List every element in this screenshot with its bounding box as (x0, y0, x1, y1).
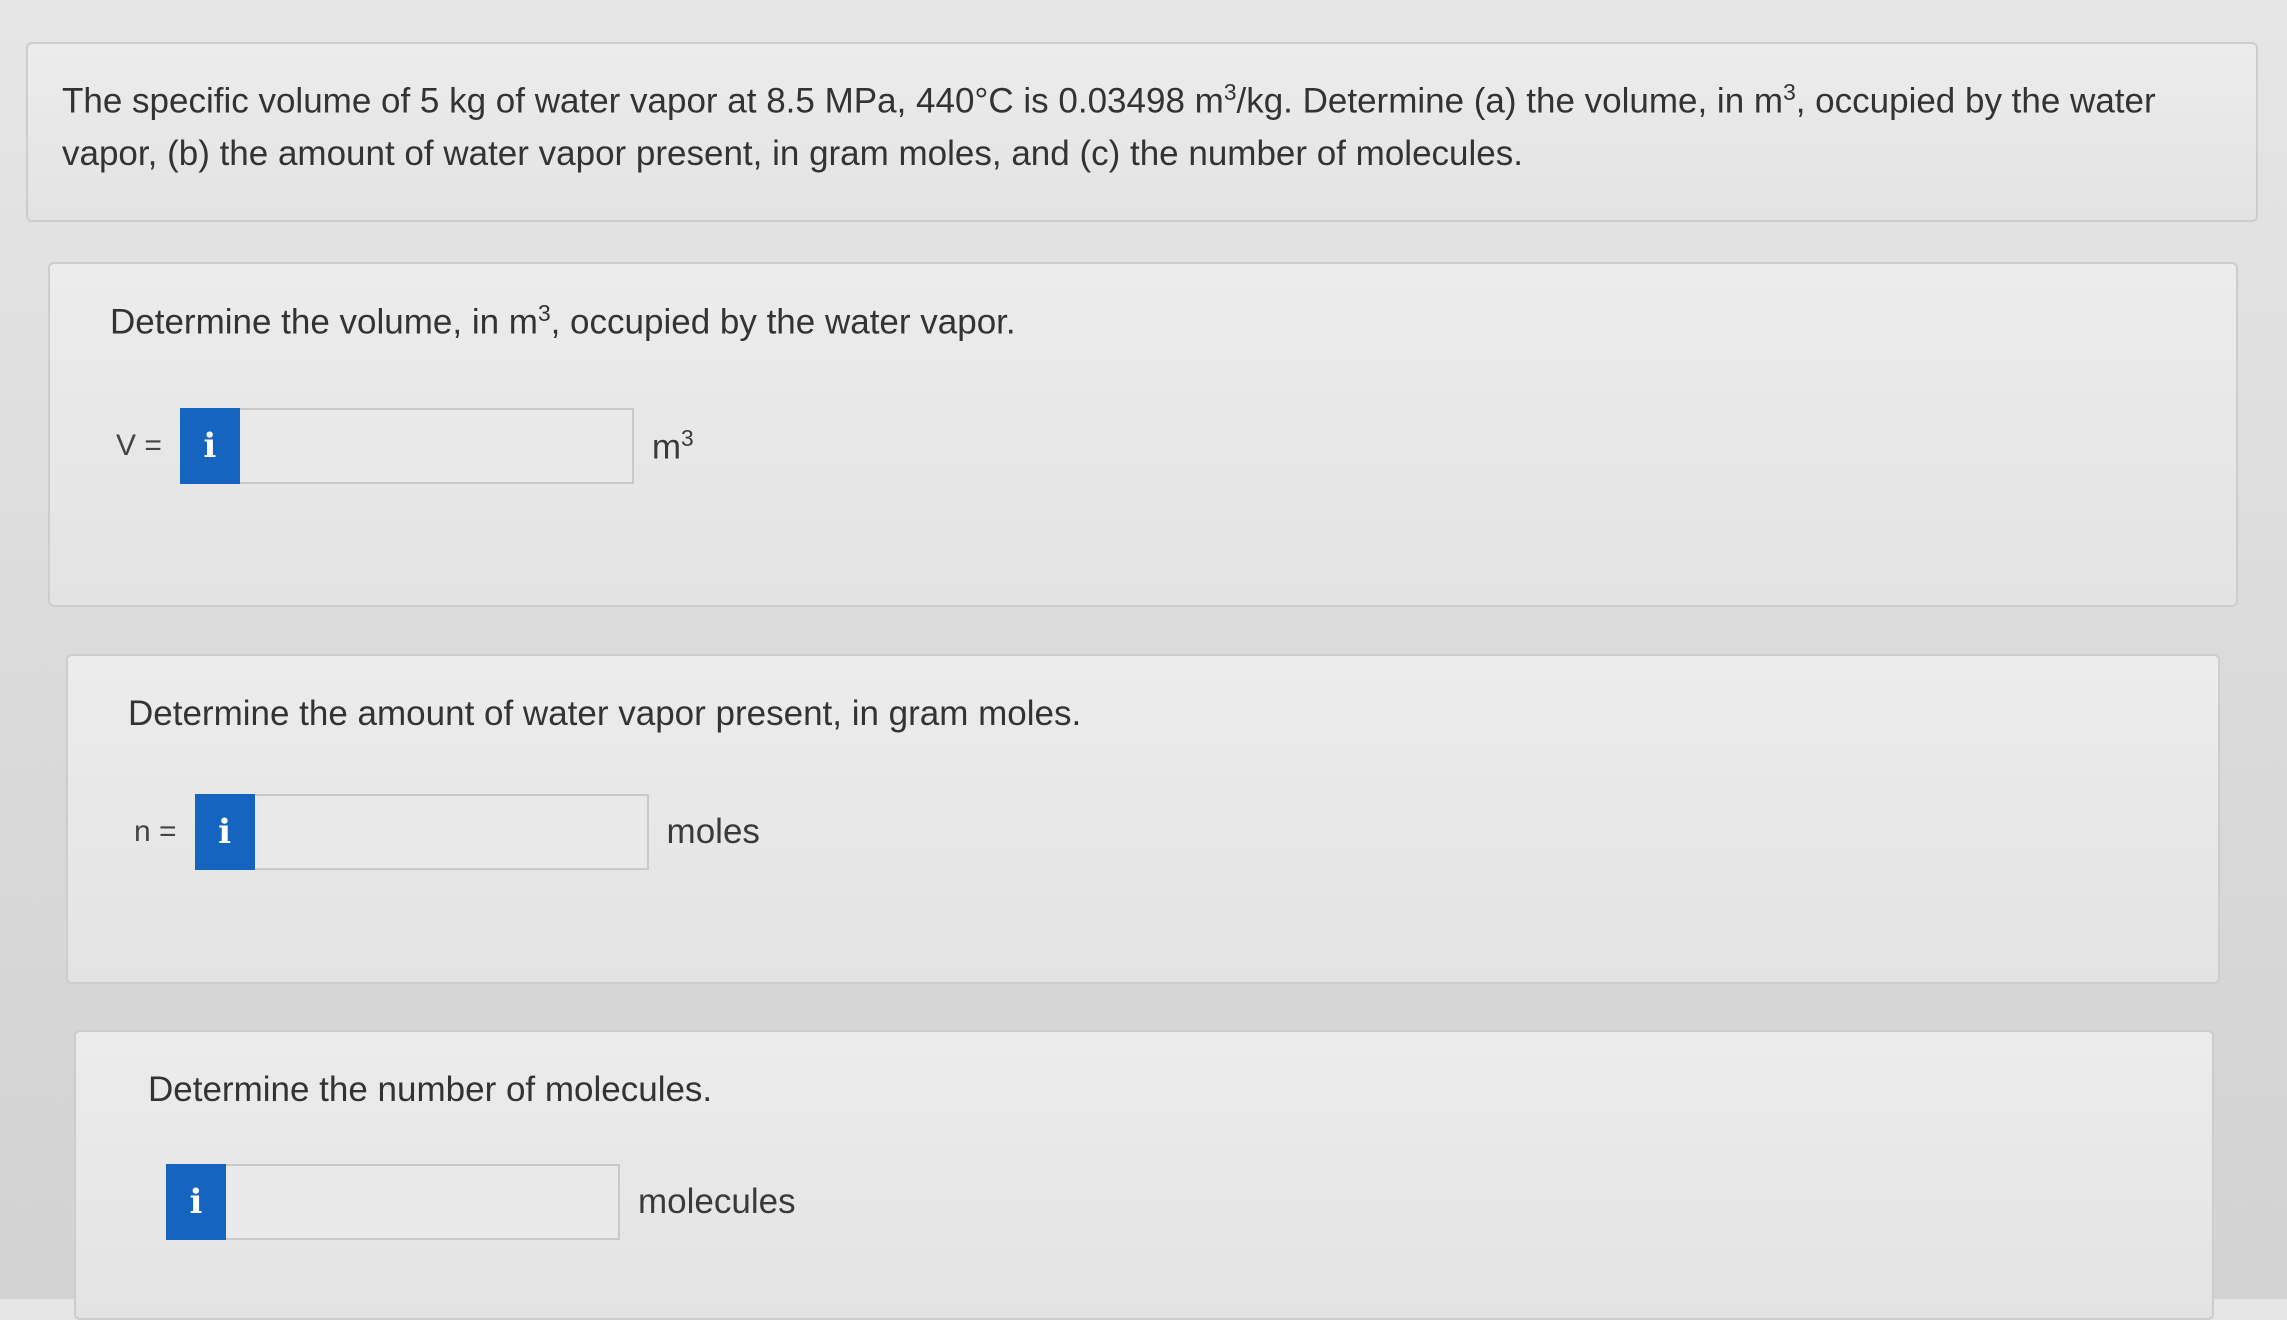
moles-answer-input[interactable] (254, 794, 649, 870)
part-a-card: Determine the volume, in m3, occupied by… (48, 262, 2238, 607)
part-a-answer-row: V = i m3 (116, 408, 694, 484)
problem-superscript-2: 3 (1783, 79, 1796, 105)
problem-statement-text: The specific volume of 5 kg of water vap… (62, 66, 2222, 180)
molecules-answer-input[interactable] (226, 1164, 620, 1240)
part-a-prompt-text-2: , occupied by the water vapor. (550, 302, 1016, 342)
info-icon[interactable]: i (194, 794, 255, 870)
problem-text-part-1: The specific volume of 5 kg of water vap… (62, 81, 1224, 121)
moles-variable-label: n = (134, 815, 177, 848)
part-b-prompt: Determine the amount of water vapor pres… (128, 694, 1082, 733)
part-c-card: Determine the number of molecules. i mol… (74, 1030, 2214, 1320)
volume-answer-input[interactable] (239, 408, 634, 484)
info-icon[interactable]: i (179, 408, 240, 484)
problem-text-part-2: /kg. Determine (a) the volume, in m (1236, 81, 1784, 121)
part-a-prompt-superscript: 3 (537, 300, 551, 326)
problem-statement-card: The specific volume of 5 kg of water vap… (26, 42, 2258, 222)
volume-unit-label: m3 (652, 425, 694, 468)
info-icon[interactable]: i (166, 1164, 226, 1240)
problem-superscript-1: 3 (1223, 79, 1237, 105)
volume-unit-text: m (651, 427, 682, 467)
part-c-answer-row: i molecules (166, 1164, 796, 1240)
volume-unit-superscript: 3 (681, 424, 694, 451)
molecules-unit-label: molecules (638, 1182, 796, 1221)
volume-variable-label: V = (116, 429, 162, 462)
part-c-prompt: Determine the number of molecules. (148, 1070, 713, 1109)
moles-unit-label: moles (666, 812, 760, 851)
part-a-prompt: Determine the volume, in m3, occupied by… (110, 300, 1016, 343)
part-a-prompt-text-1: Determine the volume, in m (110, 302, 538, 342)
part-b-card: Determine the amount of water vapor pres… (66, 654, 2220, 984)
part-b-answer-row: n = i moles (134, 794, 760, 870)
